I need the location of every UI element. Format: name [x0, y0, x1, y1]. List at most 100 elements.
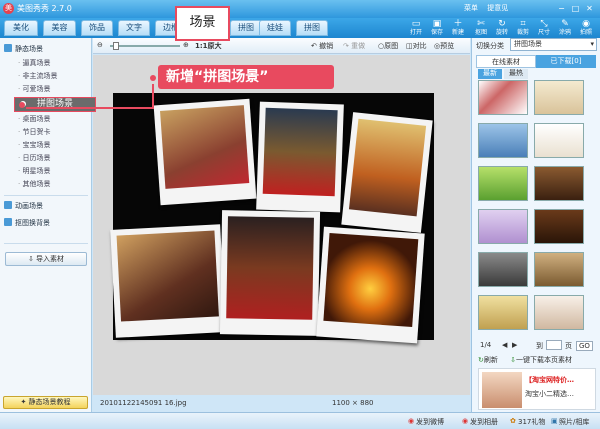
resize-button[interactable]: ⤡ 尺寸: [534, 19, 554, 38]
rotate-icon: ↻: [498, 19, 506, 29]
title-bar: 美 美图秀秀 2.7.0 菜单 提意见 − □ ✕: [0, 0, 600, 18]
collage-photo-2[interactable]: [256, 101, 344, 213]
tab-beautify[interactable]: 美化: [4, 20, 38, 36]
actual-size-button[interactable]: 1:1原大: [195, 41, 222, 51]
sidebar-item-realistic[interactable]: 逼真场景: [18, 58, 50, 68]
import-material-button[interactable]: ⇩ 导入素材: [5, 252, 87, 266]
collage-photo-4[interactable]: [110, 224, 226, 338]
page-number-input[interactable]: [546, 340, 562, 350]
filename: 20101122145091 16.jpg: [100, 399, 187, 407]
undo-button[interactable]: ↶ 撤销: [311, 41, 333, 51]
share-weibo-link[interactable]: 发到微博: [416, 417, 444, 427]
collage-photo-1[interactable]: [153, 98, 257, 206]
sidebar-item-star[interactable]: 明星场景: [18, 166, 50, 176]
subtab-hottest[interactable]: 最热: [504, 69, 528, 79]
minimize-icon[interactable]: −: [555, 2, 568, 15]
sidebar-item-desktop[interactable]: 桌面场景: [18, 114, 50, 124]
tab-downloaded[interactable]: 已下载[0]: [536, 55, 596, 68]
close-icon[interactable]: ✕: [583, 2, 596, 15]
material-thumb[interactable]: [534, 80, 584, 115]
divider: [4, 195, 88, 196]
sidebar-item-calendar[interactable]: 日历场景: [18, 153, 50, 163]
taobao-ad[interactable]: 【淘宝网特价… 淘宝小二精选…: [478, 368, 596, 410]
menu-link[interactable]: 菜单: [464, 4, 478, 12]
refresh-link[interactable]: 刷新: [484, 356, 498, 364]
cutout-bg-header[interactable]: 抠图换背景: [4, 218, 50, 228]
scissors-icon: ✄: [477, 19, 485, 29]
camera-button[interactable]: ◉ 拍照: [576, 19, 596, 38]
pager: 1/4 ◀ ▶ 到 页 GO: [478, 340, 596, 352]
compare-button[interactable]: ◫对比: [406, 41, 427, 51]
photo-library-link[interactable]: 照片/相库: [559, 417, 589, 427]
subtab-latest[interactable]: 最新: [478, 69, 502, 79]
sidebar-item-nonmainstream[interactable]: 非主流场景: [18, 71, 57, 81]
material-thumb[interactable]: [478, 123, 528, 158]
go-button[interactable]: GO: [576, 341, 593, 351]
zoom-slider-thumb[interactable]: [113, 42, 119, 50]
new-button[interactable]: ＋新建: [448, 19, 468, 38]
app-logo-icon: 美: [3, 3, 14, 14]
sidebar-item-holiday[interactable]: 节日贺卡: [18, 127, 50, 137]
cutout-button[interactable]: ✄ 抠图: [471, 19, 491, 38]
category-select[interactable]: 拼图场景: [510, 38, 597, 51]
collage-photo-6[interactable]: [316, 226, 425, 344]
crop-button[interactable]: ⌗ 裁剪: [513, 19, 533, 38]
brush-icon: ✎: [561, 19, 569, 29]
sidebar-item-baby[interactable]: 宝宝场景: [18, 140, 50, 150]
callout-dot-icon: [19, 102, 25, 108]
tab-makeup[interactable]: 美容: [43, 20, 76, 36]
callout-dot-icon: [150, 75, 156, 81]
collage-photo-5[interactable]: [219, 210, 321, 336]
photo-icon: ▣: [551, 417, 558, 425]
tab-collage-2[interactable]: 拼图: [296, 20, 328, 36]
folder-icon: ▭: [411, 19, 421, 29]
material-thumb[interactable]: [478, 252, 528, 287]
material-thumb[interactable]: [478, 209, 528, 244]
resize-icon: ⤡: [540, 19, 548, 29]
static-scene-header[interactable]: 静态场景: [4, 44, 43, 54]
image-dimensions: 1100 × 880: [332, 399, 374, 407]
zoom-out-icon[interactable]: ⊖: [97, 41, 103, 49]
material-thumb[interactable]: [534, 295, 584, 330]
save-button[interactable]: ▣ 保存: [427, 19, 447, 38]
share-album-link[interactable]: 发到相册: [470, 417, 498, 427]
tab-collage-1[interactable]: 拼图: [230, 20, 262, 36]
gift-link[interactable]: 317礼物: [518, 417, 545, 427]
image-icon: [4, 44, 12, 52]
material-thumb[interactable]: [478, 80, 528, 115]
tab-scene-highlight[interactable]: 场景: [175, 6, 230, 41]
original-button[interactable]: ○原图: [378, 41, 398, 51]
tab-accessories[interactable]: 饰品: [81, 20, 113, 36]
tab-text[interactable]: 文字: [118, 20, 150, 36]
page-unit-label: 页: [565, 342, 572, 350]
redo-button[interactable]: ↷ 重做: [343, 41, 365, 51]
material-thumb[interactable]: [534, 209, 584, 244]
dynamic-scene-header[interactable]: 动画场景: [4, 201, 43, 211]
collage-stage[interactable]: [110, 93, 434, 344]
ad-title[interactable]: 【淘宝网特价…: [525, 375, 574, 385]
open-button[interactable]: ▭ 打开: [406, 19, 426, 38]
download-all-link[interactable]: 一键下载本页素材: [516, 356, 572, 364]
rotate-button[interactable]: ↻ 旋转: [492, 19, 512, 38]
material-thumb[interactable]: [478, 295, 528, 330]
tab-doll[interactable]: 娃娃: [259, 20, 291, 36]
import-icon: ⇩: [27, 255, 37, 263]
material-thumb[interactable]: [534, 252, 584, 287]
tab-online-material[interactable]: 在线素材: [476, 55, 536, 68]
maximize-icon[interactable]: □: [569, 2, 582, 15]
material-panel: 切换分类 拼图场景 在线素材 已下载[0] 最新 最热 1/4 ◀ ▶ 到 页 …: [471, 38, 600, 412]
app-title: 美图秀秀 2.7.0: [17, 4, 72, 13]
feedback-link[interactable]: 提意见: [487, 4, 508, 12]
doodle-button[interactable]: ✎ 涂鸦: [555, 19, 575, 38]
sidebar-item-other[interactable]: 其他场景: [18, 179, 50, 189]
next-page-icon[interactable]: ▶: [512, 341, 517, 349]
zoom-slider[interactable]: [110, 45, 180, 47]
material-thumb[interactable]: [534, 166, 584, 201]
zoom-in-icon[interactable]: ⊕: [183, 41, 189, 49]
prev-page-icon[interactable]: ◀: [502, 341, 507, 349]
ad-image: [482, 372, 522, 408]
material-thumb[interactable]: [478, 166, 528, 201]
material-thumb[interactable]: [534, 123, 584, 158]
collage-photo-3[interactable]: [341, 112, 433, 233]
preview-button[interactable]: ◎预览: [434, 41, 454, 51]
